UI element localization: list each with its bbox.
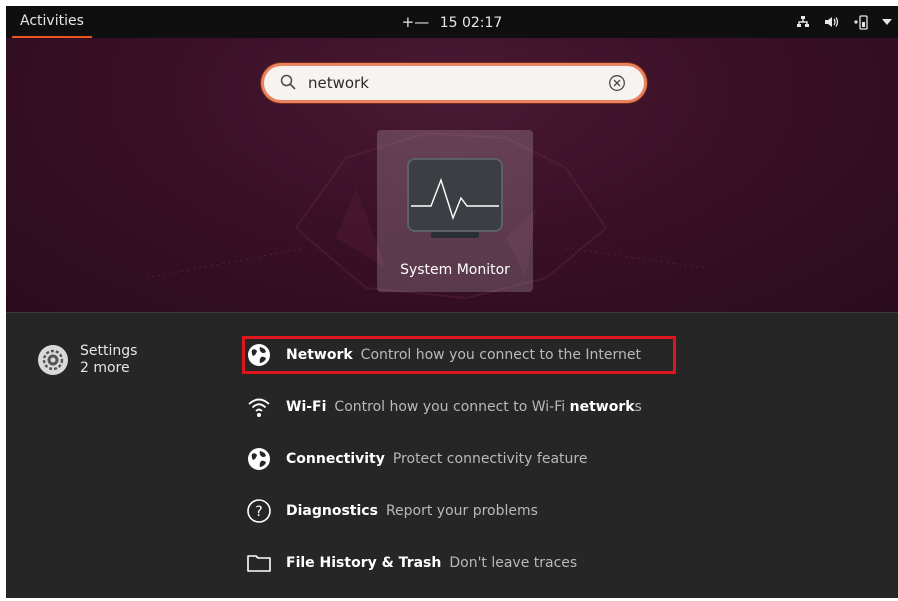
search-input[interactable] — [308, 72, 598, 94]
dropdown-icon[interactable] — [882, 18, 892, 26]
help-icon: ? — [244, 496, 274, 526]
system-tray[interactable] — [796, 6, 892, 38]
result-description: Report your problems — [385, 503, 538, 519]
svg-text:?: ? — [255, 504, 262, 520]
system-monitor-icon — [407, 158, 503, 238]
search-field[interactable] — [264, 66, 644, 100]
result-title: Connectivity — [286, 451, 385, 467]
network-icon[interactable] — [796, 15, 810, 29]
search-icon — [280, 74, 296, 90]
result-description: Protect connectivity feature — [392, 451, 588, 467]
screen: Activities +— 15 02:17 network System Mo… — [6, 6, 898, 598]
app-result-label: System Monitor — [400, 262, 510, 278]
clear-icon[interactable] — [608, 74, 626, 92]
search-match-highlight: network — [569, 399, 635, 415]
globe-icon — [244, 444, 274, 474]
result-wifi[interactable]: Wi-Fi Control how you connect to Wi-Fi n… — [244, 390, 642, 424]
app-result-system-monitor[interactable]: System Monitor — [377, 130, 533, 292]
provider-more: 2 more — [80, 360, 130, 376]
result-file-history[interactable]: File History & Trash Don't leave traces — [244, 546, 577, 580]
result-title: Wi-Fi — [286, 399, 327, 415]
input-method-indicator[interactable]: +— — [402, 6, 430, 38]
result-title: File History & Trash — [286, 555, 442, 571]
result-diagnostics[interactable]: ? Diagnostics Report your problems — [244, 494, 538, 528]
settings-provider[interactable]: Settings 2 more — [36, 343, 137, 377]
provider-name: Settings — [80, 343, 138, 359]
top-bar: Activities +— 15 02:17 — [6, 6, 898, 38]
wifi-icon — [244, 392, 274, 422]
battery-icon[interactable] — [854, 14, 868, 30]
selection-highlight-box — [242, 336, 676, 374]
result-title: Diagnostics — [286, 503, 378, 519]
volume-icon[interactable] — [824, 15, 840, 29]
result-connectivity[interactable]: Connectivity Protect connectivity featur… — [244, 442, 587, 476]
result-description: Don't leave traces — [449, 555, 578, 571]
clock-area[interactable]: +— 15 02:17 — [6, 6, 898, 38]
clock[interactable]: 15 02:17 — [440, 7, 503, 39]
folder-icon — [244, 548, 274, 578]
settings-gear-icon — [38, 345, 68, 375]
result-description: Control how you connect to Wi-Fi network… — [334, 399, 642, 415]
